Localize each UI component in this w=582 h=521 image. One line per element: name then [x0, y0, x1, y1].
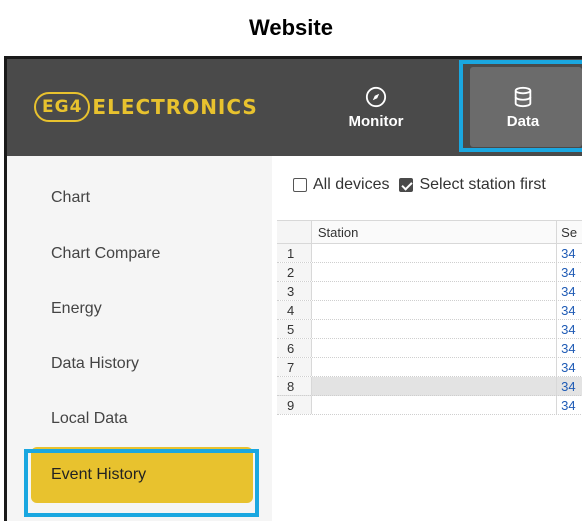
serial-cell[interactable]: 34 [557, 282, 582, 300]
serial-cell[interactable]: 34 [557, 339, 582, 357]
row-number-header [277, 221, 312, 243]
sidebar-item-energy[interactable]: Energy [31, 281, 253, 337]
row-number: 5 [277, 320, 312, 338]
all-devices-label: All devices [313, 176, 390, 193]
nav-monitor[interactable]: Monitor [324, 59, 428, 156]
serial-cell[interactable]: 34 [557, 377, 582, 395]
table-row[interactable]: 3 34 [277, 282, 582, 301]
logo-text: ELECTRONICS [92, 94, 258, 119]
data-tab-highlight [459, 60, 582, 152]
serial-cell[interactable]: 34 [557, 320, 582, 338]
serial-cell[interactable]: 34 [557, 396, 582, 414]
nav-monitor-label: Monitor [348, 112, 404, 130]
sidebar-item-data-history[interactable]: Data History [31, 336, 253, 392]
table-row[interactable]: 1 34 [277, 244, 582, 263]
station-cell [312, 244, 558, 262]
table-row[interactable]: 9 34 [277, 396, 582, 415]
row-number: 3 [277, 282, 312, 300]
serial-cell[interactable]: 34 [557, 301, 582, 319]
select-station-checkbox[interactable] [399, 178, 414, 192]
row-number: 7 [277, 358, 312, 376]
serial-cell[interactable]: 34 [557, 358, 582, 376]
select-station-label: Select station first [419, 176, 546, 193]
filter-bar: All devices Select station first [293, 174, 556, 196]
sidebar-item-chart[interactable]: Chart [31, 170, 253, 226]
row-number: 9 [277, 396, 312, 414]
table-row[interactable]: 7 34 [277, 358, 582, 377]
station-cell [312, 263, 558, 281]
brand-logo[interactable]: EG4 ELECTRONICS [34, 88, 258, 125]
figure-caption: Website [249, 15, 333, 40]
station-cell [312, 301, 558, 319]
row-number: 8 [277, 377, 312, 395]
sidebar-item-local-data[interactable]: Local Data [31, 391, 253, 447]
row-number: 2 [277, 263, 312, 281]
column-header-serial[interactable]: Se [557, 221, 582, 243]
row-number: 6 [277, 339, 312, 357]
station-cell [312, 282, 558, 300]
station-cell [312, 339, 558, 357]
sidebar-item-chart-compare[interactable]: Chart Compare [31, 226, 253, 282]
table-row-selected[interactable]: 8 34 [277, 377, 582, 396]
app-window: EG4 ELECTRONICS Monitor Data Chart Chart… [4, 56, 582, 521]
table-row[interactable]: 6 34 [277, 339, 582, 358]
station-cell [312, 396, 558, 414]
table-row[interactable]: 5 34 [277, 320, 582, 339]
station-cell [312, 358, 558, 376]
table-header-row: Station Se [277, 221, 582, 244]
serial-cell[interactable]: 34 [557, 263, 582, 281]
event-table: Station Se 1 34 2 34 3 34 4 34 5 34 6 34… [277, 220, 582, 415]
table-row[interactable]: 4 34 [277, 301, 582, 320]
event-history-highlight [24, 449, 259, 517]
logo-badge: EG4 [34, 91, 91, 122]
main-panel: All devices Select station first Station… [272, 156, 582, 521]
all-devices-checkbox[interactable] [293, 178, 307, 192]
row-number: 1 [277, 244, 312, 262]
station-cell [312, 377, 558, 395]
column-header-station[interactable]: Station [312, 221, 558, 243]
serial-cell[interactable]: 34 [557, 244, 582, 262]
table-row[interactable]: 2 34 [277, 263, 582, 282]
station-cell [312, 320, 558, 338]
compass-icon [365, 86, 387, 107]
row-number: 4 [277, 301, 312, 319]
